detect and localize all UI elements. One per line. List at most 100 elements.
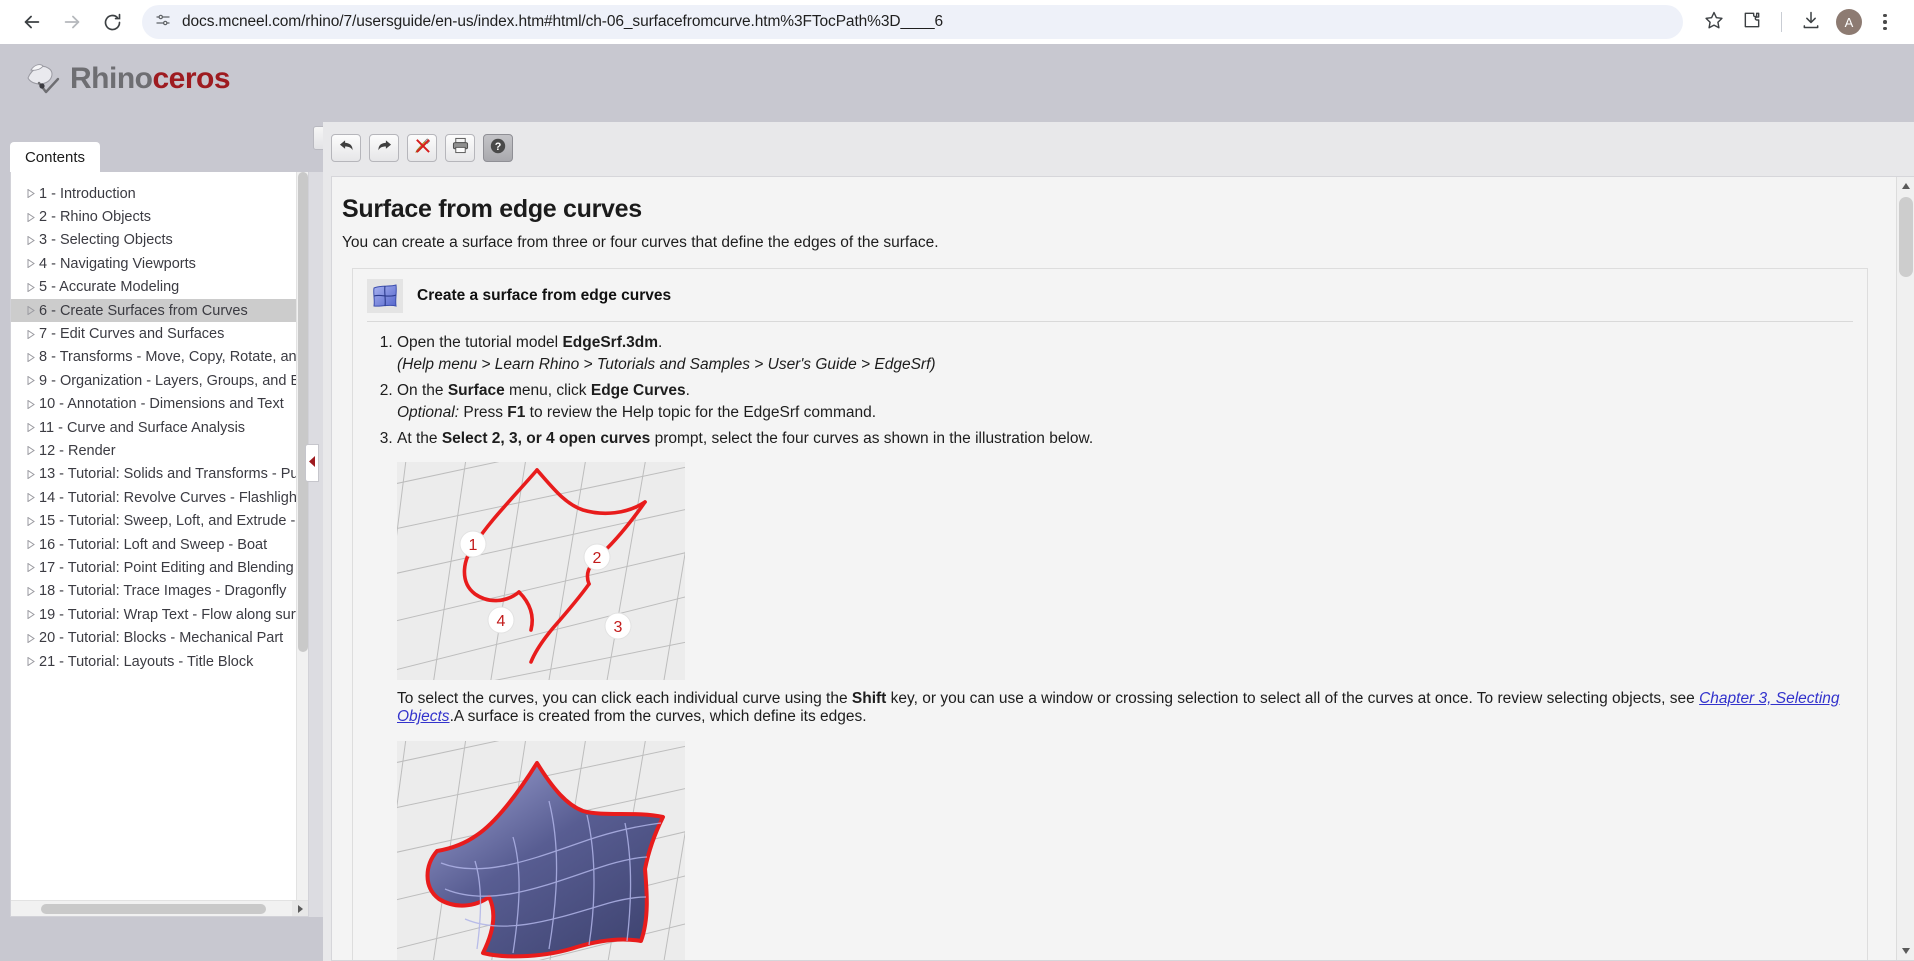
toc-item-19[interactable]: 19 - Tutorial: Wrap Text - Flow along su… <box>11 603 296 626</box>
doc-scroll-down-button[interactable] <box>1897 942 1914 960</box>
chevron-up-icon <box>1902 177 1910 195</box>
toc-horizontal-scrollbar[interactable] <box>11 900 308 916</box>
toc-item-label: 6 - Create Surfaces from Curves <box>39 302 248 319</box>
toc-item-21[interactable]: 21 - Tutorial: Layouts - Title Block <box>11 650 296 673</box>
toc-item-7[interactable]: 7 - Edit Curves and Surfaces <box>11 322 296 345</box>
toc-item-13[interactable]: 13 - Tutorial: Solids and Transforms - P… <box>11 463 296 486</box>
chevron-right-icon <box>296 900 304 916</box>
page-title: Surface from edge curves <box>342 195 642 223</box>
toc-item-2[interactable]: 2 - Rhino Objects <box>11 205 296 228</box>
toc-item-10[interactable]: 10 - Annotation - Dimensions and Text <box>11 393 296 416</box>
triangle-right-icon[interactable] <box>23 586 39 596</box>
logo-text-accent: ceros <box>152 62 231 95</box>
downloads-button[interactable] <box>1794 5 1828 39</box>
triangle-right-icon[interactable] <box>23 399 39 409</box>
triangle-right-icon[interactable] <box>23 189 39 199</box>
toc-item-14[interactable]: 14 - Tutorial: Revolve Curves - Flashlig… <box>11 486 296 509</box>
download-icon <box>1801 10 1821 35</box>
doc-remove-highlight-button[interactable] <box>407 134 437 162</box>
toc-item-9[interactable]: 9 - Organization - Layers, Groups, and B… <box>11 369 296 392</box>
address-bar[interactable]: docs.mcneel.com/rhino/7/usersguide/en-us… <box>142 5 1683 39</box>
toc-vertical-scrollbar[interactable] <box>296 172 308 900</box>
forward-arrow-icon <box>376 138 393 158</box>
triangle-right-icon[interactable] <box>23 469 39 479</box>
triangle-right-icon[interactable] <box>23 212 39 222</box>
step-2-note-label: Optional: <box>397 404 460 421</box>
toc-panel: 1 - Introduction 2 - Rhino Objects 3 - Sel… <box>10 172 309 917</box>
toc-item-6[interactable]: 6 - Create Surfaces from Curves <box>11 298 296 323</box>
toc-item-label: 14 - Tutorial: Revolve Curves - Flashlig… <box>39 489 296 506</box>
toc-item-17[interactable]: 17 - Tutorial: Point Editing and Blendin… <box>11 556 296 579</box>
toc-item-4[interactable]: 4 - Navigating Viewports <box>11 252 296 275</box>
toc-item-8[interactable]: 8 - Transforms - Move, Copy, Rotate, and… <box>11 346 296 369</box>
triangle-right-icon[interactable] <box>23 306 39 316</box>
triangle-right-icon[interactable] <box>23 446 39 456</box>
toc-item-label: 8 - Transforms - Move, Copy, Rotate, and… <box>39 349 296 366</box>
step-1: Open the tutorial model EdgeSrf.3dm. (He… <box>397 334 1853 374</box>
toc-item-label: 10 - Annotation - Dimensions and Text <box>39 396 284 413</box>
toc-item-12[interactable]: 12 - Render <box>11 439 296 462</box>
step-2-note: Optional: Press F1 to review the Help to… <box>397 404 1853 422</box>
triangle-right-icon[interactable] <box>23 633 39 643</box>
triangle-right-icon[interactable] <box>23 329 39 339</box>
toc-item-label: 15 - Tutorial: Sweep, Loft, and Extrude … <box>39 513 296 530</box>
site-settings-icon[interactable] <box>154 11 172 34</box>
steps-list: Open the tutorial model EdgeSrf.3dm. (He… <box>367 334 1853 960</box>
browser-reload-button[interactable] <box>94 4 130 40</box>
collapse-left-icon <box>308 454 316 472</box>
doc-vertical-scrollbar[interactable] <box>1896 177 1914 960</box>
toc-item-15[interactable]: 15 - Tutorial: Sweep, Loft, and Extrude … <box>11 509 296 532</box>
toc-item-label: 18 - Tutorial: Trace Images - Dragonfly <box>39 583 287 600</box>
triangle-right-icon[interactable] <box>23 657 39 666</box>
step-1-suffix: . <box>658 334 663 351</box>
step-2: On the Surface menu, click Edge Curves. … <box>397 382 1853 422</box>
highlighter-remove-icon <box>413 137 432 159</box>
select-part3: .A surface is created from the curves, w… <box>449 708 867 726</box>
tab-contents[interactable]: Contents <box>10 142 100 172</box>
triangle-right-icon[interactable] <box>23 610 39 620</box>
extensions-button[interactable] <box>1735 5 1769 39</box>
toc-item-20[interactable]: 20 - Tutorial: Blocks - Mechanical Part <box>11 626 296 649</box>
toc-item-label: 17 - Tutorial: Point Editing and Blendin… <box>39 559 296 576</box>
site-header: Rhinoceros Search <box>0 44 1914 150</box>
step-1-bold: EdgeSrf.3dm <box>562 334 659 351</box>
question-mark-icon: ? <box>489 137 507 160</box>
doc-help-button[interactable]: ? <box>483 134 513 162</box>
triangle-right-icon[interactable] <box>23 259 39 269</box>
forward-arrow-icon <box>61 11 83 33</box>
triangle-right-icon[interactable] <box>23 235 39 245</box>
bookmark-button[interactable] <box>1697 5 1731 39</box>
panel-splitter[interactable] <box>309 172 323 917</box>
triangle-right-icon[interactable] <box>23 282 39 292</box>
browser-menu-button[interactable] <box>1870 5 1900 39</box>
doc-back-button[interactable] <box>331 134 361 162</box>
toc-item-18[interactable]: 18 - Tutorial: Trace Images - Dragonfly <box>11 580 296 603</box>
doc-print-button[interactable] <box>445 134 475 162</box>
browser-forward-button[interactable] <box>54 4 90 40</box>
toc-vertical-scroll-thumb[interactable] <box>298 172 308 652</box>
triangle-right-icon[interactable] <box>23 516 39 526</box>
toc-item-11[interactable]: 11 - Curve and Surface Analysis <box>11 416 296 439</box>
rhinoceros-logo[interactable]: Rhinoceros <box>22 56 231 102</box>
browser-back-button[interactable] <box>14 4 50 40</box>
doc-scroll-up-button[interactable] <box>1897 177 1914 195</box>
triangle-right-icon[interactable] <box>23 493 39 503</box>
triangle-right-icon[interactable] <box>23 563 39 573</box>
toc-horizontal-scroll-thumb[interactable] <box>41 904 266 914</box>
doc-forward-button[interactable] <box>369 134 399 162</box>
toc-collapse-handle[interactable] <box>305 444 319 482</box>
toc-item-1[interactable]: 1 - Introduction <box>11 182 296 205</box>
triangle-right-icon[interactable] <box>23 423 39 433</box>
toc-item-16[interactable]: 16 - Tutorial: Loft and Sweep - Boat <box>11 533 296 556</box>
triangle-right-icon[interactable] <box>23 352 39 362</box>
toc-scroll-right-button[interactable] <box>292 900 308 916</box>
triangle-right-icon[interactable] <box>23 540 39 550</box>
doc-vertical-scroll-thumb[interactable] <box>1899 197 1913 277</box>
figure-rendered-surface <box>397 740 685 960</box>
toc-item-label: 11 - Curve and Surface Analysis <box>39 419 246 436</box>
edge-surface-icon <box>367 279 403 313</box>
triangle-right-icon[interactable] <box>23 376 39 386</box>
profile-button[interactable]: A <box>1832 5 1866 39</box>
toc-item-5[interactable]: 5 - Accurate Modeling <box>11 276 296 299</box>
toc-item-3[interactable]: 3 - Selecting Objects <box>11 229 296 252</box>
